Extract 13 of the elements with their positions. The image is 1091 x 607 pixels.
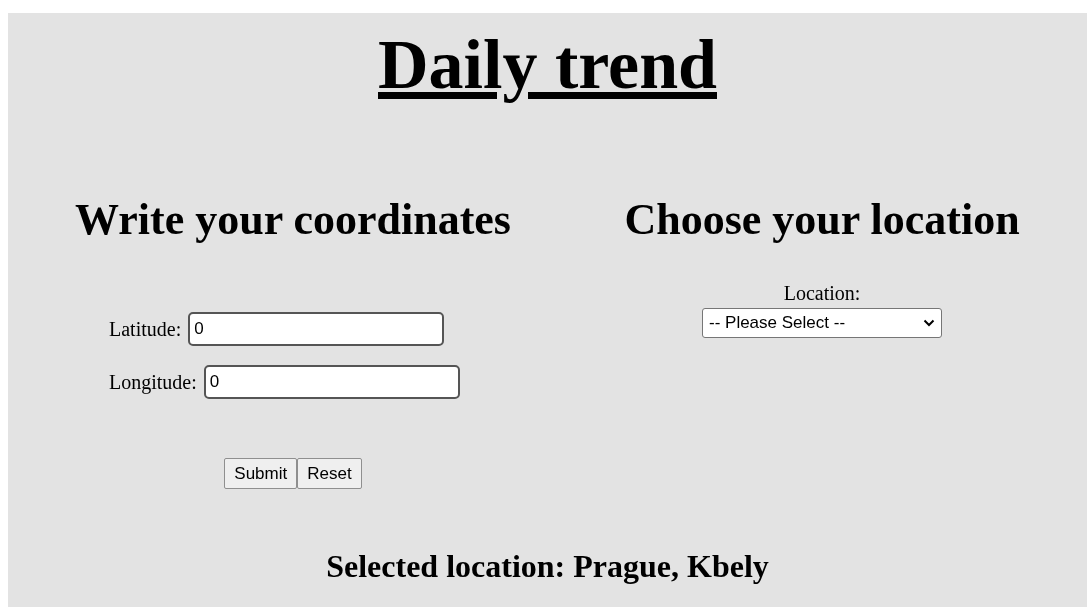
reset-button[interactable]: Reset — [297, 458, 362, 489]
input-field[interactable]: 0 — [203, 365, 460, 399]
section-heading: Choose your location — [624, 195, 1020, 245]
selected-location-text: Selected location: Prague, Kbely — [326, 547, 769, 586]
chevron-icon — [923, 319, 935, 327]
section-heading: Write your coordinates — [75, 195, 511, 245]
submit-button[interactable]: Submit — [224, 458, 298, 489]
field-label: Location: — [783, 283, 861, 303]
field-label: Latitude: — [109, 317, 182, 341]
field-label: Longitude: — [109, 370, 197, 394]
input-field[interactable]: 0 — [188, 312, 445, 346]
page-title: Daily trend — [378, 25, 717, 105]
location-dropdown[interactable]: -- Please Select -- — [702, 308, 942, 338]
